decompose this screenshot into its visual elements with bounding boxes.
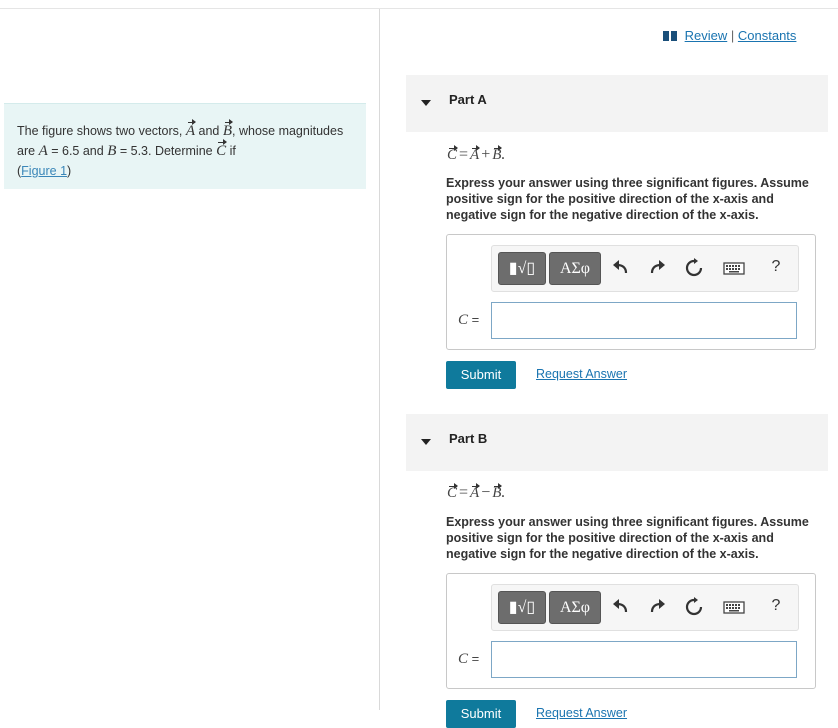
reset-icon[interactable]: [684, 597, 704, 617]
undo-icon[interactable]: [611, 258, 631, 278]
vector-c-symbol: C: [216, 139, 228, 159]
part-b-title: Part B: [449, 431, 488, 446]
link-separator: |: [730, 28, 735, 43]
greek-symbols-button[interactable]: ΑΣφ: [549, 591, 601, 624]
part-b-instructions: Express your answer using three signific…: [446, 515, 809, 561]
request-answer-link[interactable]: Request Answer: [536, 706, 627, 720]
help-icon[interactable]: ?: [766, 597, 786, 617]
math-toolbar: ▮√▯ ΑΣφ ?: [491, 584, 799, 631]
problem-text-prefix: The figure shows two vectors,: [17, 124, 183, 138]
answer-variable: C: [458, 312, 469, 328]
answer-input[interactable]: [491, 641, 797, 678]
undo-icon[interactable]: [611, 597, 631, 617]
book-icon: [663, 31, 677, 41]
figure-link[interactable]: Figure 1: [21, 164, 67, 178]
answer-label: C =: [458, 312, 479, 329]
redo-icon[interactable]: [647, 597, 667, 617]
answer-variable: C: [458, 651, 469, 667]
reset-icon[interactable]: [684, 258, 704, 278]
part-a-equation: C = A + B.: [447, 145, 505, 164]
eq-b-vector: B: [492, 483, 503, 501]
collapse-triangle-icon[interactable]: [421, 439, 431, 445]
keyboard-icon[interactable]: [723, 597, 745, 617]
part-b-answer-box: ▮√▯ ΑΣφ ? C =: [446, 573, 816, 689]
eq-operator: −: [481, 484, 491, 501]
part-b-header[interactable]: Part B: [406, 414, 828, 471]
eq-a-vector: A: [470, 145, 481, 163]
answer-input[interactable]: [491, 302, 797, 339]
eq-c-vector: C: [447, 483, 459, 501]
answer-equals: =: [471, 312, 480, 327]
redo-icon[interactable]: [647, 258, 667, 278]
vector-a-symbol: A: [185, 119, 197, 139]
part-a-answer-box: ▮√▯ ΑΣφ ? C =: [446, 234, 816, 350]
part-a-instructions: Express your answer using three signific…: [446, 176, 809, 222]
collapse-triangle-icon[interactable]: [421, 100, 431, 106]
eq-equals: =: [459, 484, 469, 501]
pane-divider: [379, 9, 380, 710]
vector-b-symbol: B: [222, 119, 234, 139]
request-answer-link[interactable]: Request Answer: [536, 367, 627, 381]
problem-statement: The figure shows two vectors, A and B, w…: [4, 103, 366, 189]
eq-b-vector: B: [492, 145, 503, 163]
eq-equals: =: [459, 146, 469, 163]
review-links: Review | Constants: [663, 28, 796, 43]
submit-button[interactable]: Submit: [446, 361, 516, 389]
eq-a-vector: A: [470, 483, 481, 501]
if-word: if: [229, 144, 236, 158]
help-icon[interactable]: ?: [766, 258, 786, 278]
greek-symbols-button[interactable]: ΑΣφ: [549, 252, 601, 285]
eq-operator: +: [481, 146, 491, 163]
top-border: [0, 8, 838, 9]
submit-button[interactable]: Submit: [446, 700, 516, 728]
templates-button[interactable]: ▮√▯: [498, 591, 546, 624]
math-toolbar: ▮√▯ ΑΣφ ?: [491, 245, 799, 292]
and-word: and: [198, 124, 220, 138]
keyboard-icon[interactable]: [723, 258, 745, 278]
answer-equals: =: [471, 651, 480, 666]
eq-c-vector: C: [447, 145, 459, 163]
review-link[interactable]: Review: [685, 28, 728, 43]
part-b-equation: C = A − B.: [447, 483, 505, 502]
magnitude-a-value: = 6.5 and: [51, 144, 104, 158]
constants-link[interactable]: Constants: [738, 28, 797, 43]
magnitude-a-symbol: A: [38, 143, 48, 159]
templates-button[interactable]: ▮√▯: [498, 252, 546, 285]
part-a-title: Part A: [449, 92, 487, 107]
part-a-header[interactable]: Part A: [406, 75, 828, 132]
magnitude-b-symbol: B: [107, 143, 117, 159]
magnitude-b-value: = 5.3. Determine: [119, 144, 213, 158]
answer-label: C =: [458, 651, 479, 668]
